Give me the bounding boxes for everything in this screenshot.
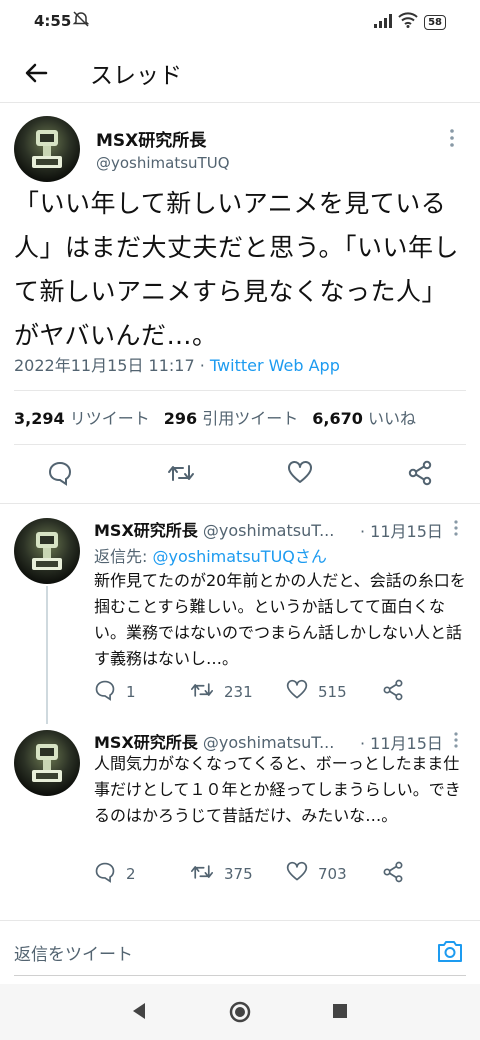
status-bar: 4:55 58 <box>0 0 480 44</box>
tweet-text: 「いい年して新しいアニメを見ている人」はまだ大丈夫だと思う。「いい年して新しいア… <box>14 189 460 350</box>
reply-to: 返信先: @yoshimatsuTUQさん <box>94 543 327 567</box>
reply-to-handle[interactable]: @yoshimatsuTUQさん <box>152 547 326 566</box>
like-count: 703 <box>318 865 347 883</box>
retweet-count: 375 <box>224 865 253 883</box>
like-button[interactable]: 515 <box>286 679 347 705</box>
camera-icon[interactable] <box>436 938 464 968</box>
reply-header: MSX研究所長 @yoshimatsuT... <box>94 517 334 541</box>
author-handle[interactable]: @yoshimatsuT... <box>203 521 334 540</box>
reply-actions: 1 231 515 <box>94 679 474 703</box>
input-underline <box>14 975 466 976</box>
signal-icon <box>374 13 393 32</box>
author-name[interactable]: MSX研究所長 <box>94 733 198 752</box>
author-handle[interactable]: @yoshimatsuTUQ <box>96 154 230 172</box>
retweets-label: リツイート <box>69 409 150 428</box>
status-icons: 58 <box>374 12 446 32</box>
tweet-stats: 3,294 リツイート 296 引用ツイート 6,670 いいね <box>14 405 416 429</box>
share-icon[interactable] <box>382 861 404 883</box>
nav-home-icon[interactable] <box>229 1001 251 1027</box>
quotes-stat[interactable]: 296 引用ツイート <box>164 405 299 429</box>
nav-recents-icon[interactable] <box>332 1003 348 1023</box>
divider <box>14 444 466 445</box>
more-options-icon[interactable] <box>452 519 460 541</box>
system-nav-bar <box>0 984 480 1040</box>
thread-line <box>46 586 48 724</box>
reply-date[interactable]: · 11月15日 <box>360 518 443 542</box>
meta-separator: · <box>194 356 210 375</box>
reply-to-label: 返信先: <box>94 547 153 566</box>
author-name[interactable]: MSX研究所長 <box>96 126 206 151</box>
tweet-actions <box>0 452 480 498</box>
page-title: スレッド <box>90 63 182 89</box>
author-name[interactable]: MSX研究所長 <box>94 521 198 540</box>
back-arrow-icon[interactable] <box>20 56 54 90</box>
divider <box>0 503 480 504</box>
app-bar: スレッド <box>0 44 480 103</box>
reply-count: 1 <box>126 683 136 701</box>
retweet-button[interactable]: 231 <box>190 679 253 705</box>
reply-actions: 2 375 703 <box>94 861 474 885</box>
quotes-count: 296 <box>163 409 198 428</box>
likes-label: いいね <box>367 409 416 428</box>
retweet-count: 231 <box>224 683 253 701</box>
reply-icon <box>94 861 116 887</box>
tweet-meta: 2022年11月15日 11:17 · Twitter Web App <box>14 352 340 376</box>
like-button[interactable]: 703 <box>286 861 347 887</box>
reply-header: MSX研究所長 @yoshimatsuT... <box>94 729 334 753</box>
status-time: 4:55 <box>34 12 72 30</box>
divider <box>14 390 466 391</box>
divider <box>0 920 480 921</box>
heart-icon[interactable] <box>287 460 313 490</box>
quotes-label: 引用ツイート <box>202 409 299 428</box>
retweets-count: 3,294 <box>14 409 65 428</box>
tweet-source-link[interactable]: Twitter Web App <box>210 356 340 375</box>
like-count: 515 <box>318 683 347 701</box>
likes-count: 6,670 <box>312 409 363 428</box>
retweet-icon[interactable] <box>167 460 195 490</box>
share-icon[interactable] <box>407 460 433 490</box>
reply-button[interactable]: 2 <box>94 861 136 887</box>
battery-indicator: 58 <box>424 14 446 30</box>
more-options-icon[interactable] <box>452 731 460 753</box>
reply-button[interactable]: 1 <box>94 679 136 705</box>
avatar[interactable] <box>14 116 80 182</box>
reply-count: 2 <box>126 865 136 883</box>
retweets-stat[interactable]: 3,294 リツイート <box>14 405 150 429</box>
reply-input[interactable]: 返信をツイート <box>14 940 133 965</box>
reply-text: 人間気力がなくなってくると、ボーっとしたまま仕事だけとして１０年とか経ってしまう… <box>94 754 461 825</box>
avatar[interactable] <box>14 518 80 584</box>
author-handle[interactable]: @yoshimatsuT... <box>203 733 334 752</box>
bell-off-icon <box>72 10 90 32</box>
reply-icon[interactable] <box>47 460 73 490</box>
wifi-icon <box>398 12 418 32</box>
retweet-icon <box>190 679 214 705</box>
more-options-icon[interactable] <box>448 128 456 152</box>
tweet-timestamp: 2022年11月15日 11:17 <box>14 356 195 375</box>
share-icon[interactable] <box>382 679 404 701</box>
heart-icon <box>286 679 308 705</box>
retweet-button[interactable]: 375 <box>190 861 253 887</box>
likes-stat[interactable]: 6,670 いいね <box>312 405 416 429</box>
reply-text: 新作見てたのが20年前とかの人だと、会話の糸口を掴むことすら難しい。というか話し… <box>94 571 466 668</box>
reply-icon <box>94 679 116 705</box>
avatar[interactable] <box>14 730 80 796</box>
nav-back-icon[interactable] <box>130 1002 148 1024</box>
retweet-icon <box>190 861 214 887</box>
heart-icon <box>286 861 308 887</box>
